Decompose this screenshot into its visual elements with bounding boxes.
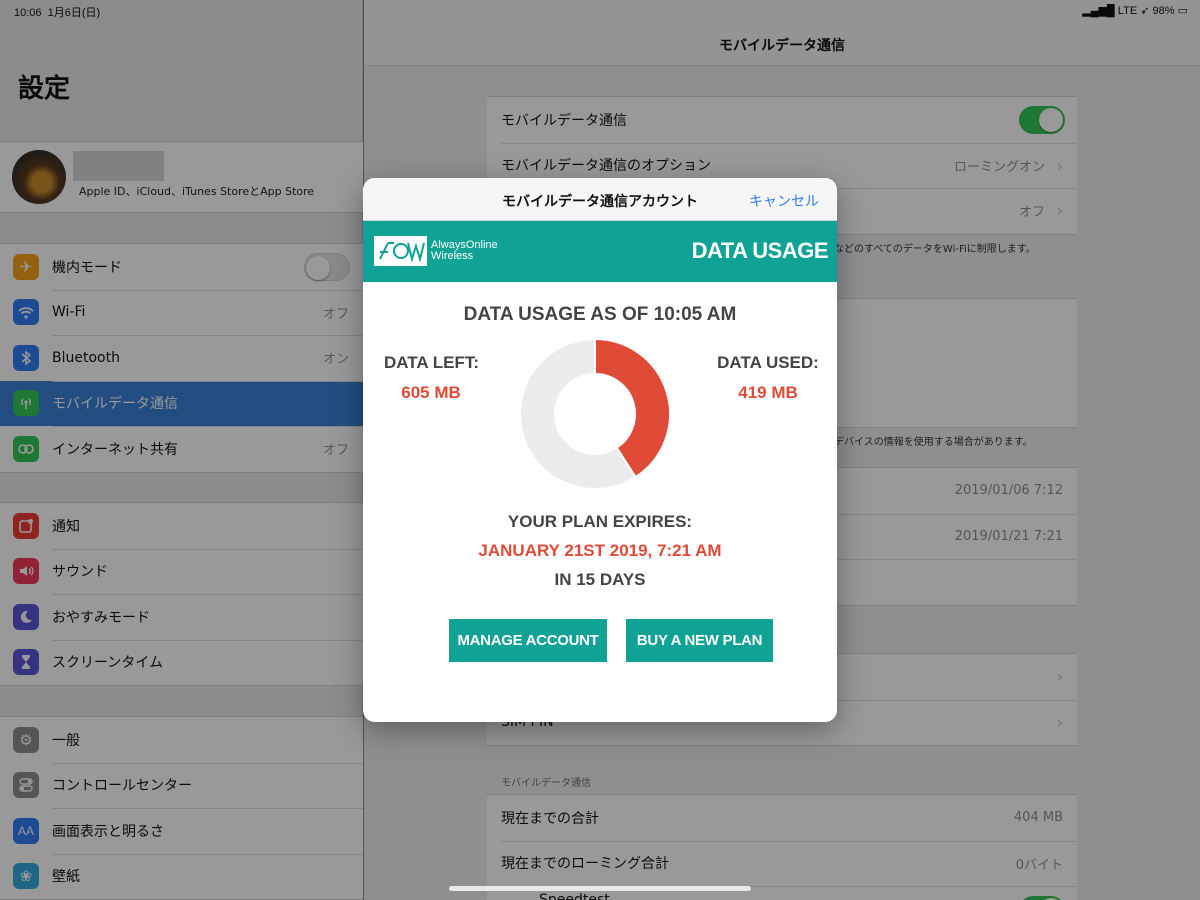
home-indicator[interactable] <box>449 886 751 891</box>
carrier-banner: AlwaysOnline Wireless DATA USAGE <box>363 221 837 282</box>
cellular-account-sheet: モバイルデータ通信アカウント キャンセル AlwaysOnline Wireles… <box>363 178 837 722</box>
plan-expires-label: YOUR PLAN EXPIRES: <box>507 512 693 531</box>
brand-name: AlwaysOnline Wireless <box>431 239 498 262</box>
data-used-label: DATA USED: <box>717 353 819 372</box>
data-used-value: 419 MB <box>738 383 798 402</box>
data-left-label: DATA LEFT: <box>384 353 480 372</box>
usage-heading: DATA USAGE AS OF 10:05 AM <box>463 304 737 325</box>
plan-expires-date: JANUARY 21ST 2019, 7:21 AM <box>478 541 722 560</box>
manage-account-button[interactable]: MANAGE ACCOUNT <box>449 619 607 662</box>
banner-title: DATA USAGE <box>691 238 829 263</box>
buy-new-plan-button[interactable]: BUY A NEW PLAN <box>626 619 773 662</box>
carrier-logo <box>374 236 427 266</box>
cancel-button[interactable]: キャンセル <box>749 191 819 211</box>
plan-expires-days: IN 15 DAYS <box>554 570 646 589</box>
data-left-value: 605 MB <box>401 383 461 402</box>
sheet-nav-bar: モバイルデータ通信アカウント キャンセル <box>363 178 837 221</box>
data-usage-donut <box>519 338 671 490</box>
